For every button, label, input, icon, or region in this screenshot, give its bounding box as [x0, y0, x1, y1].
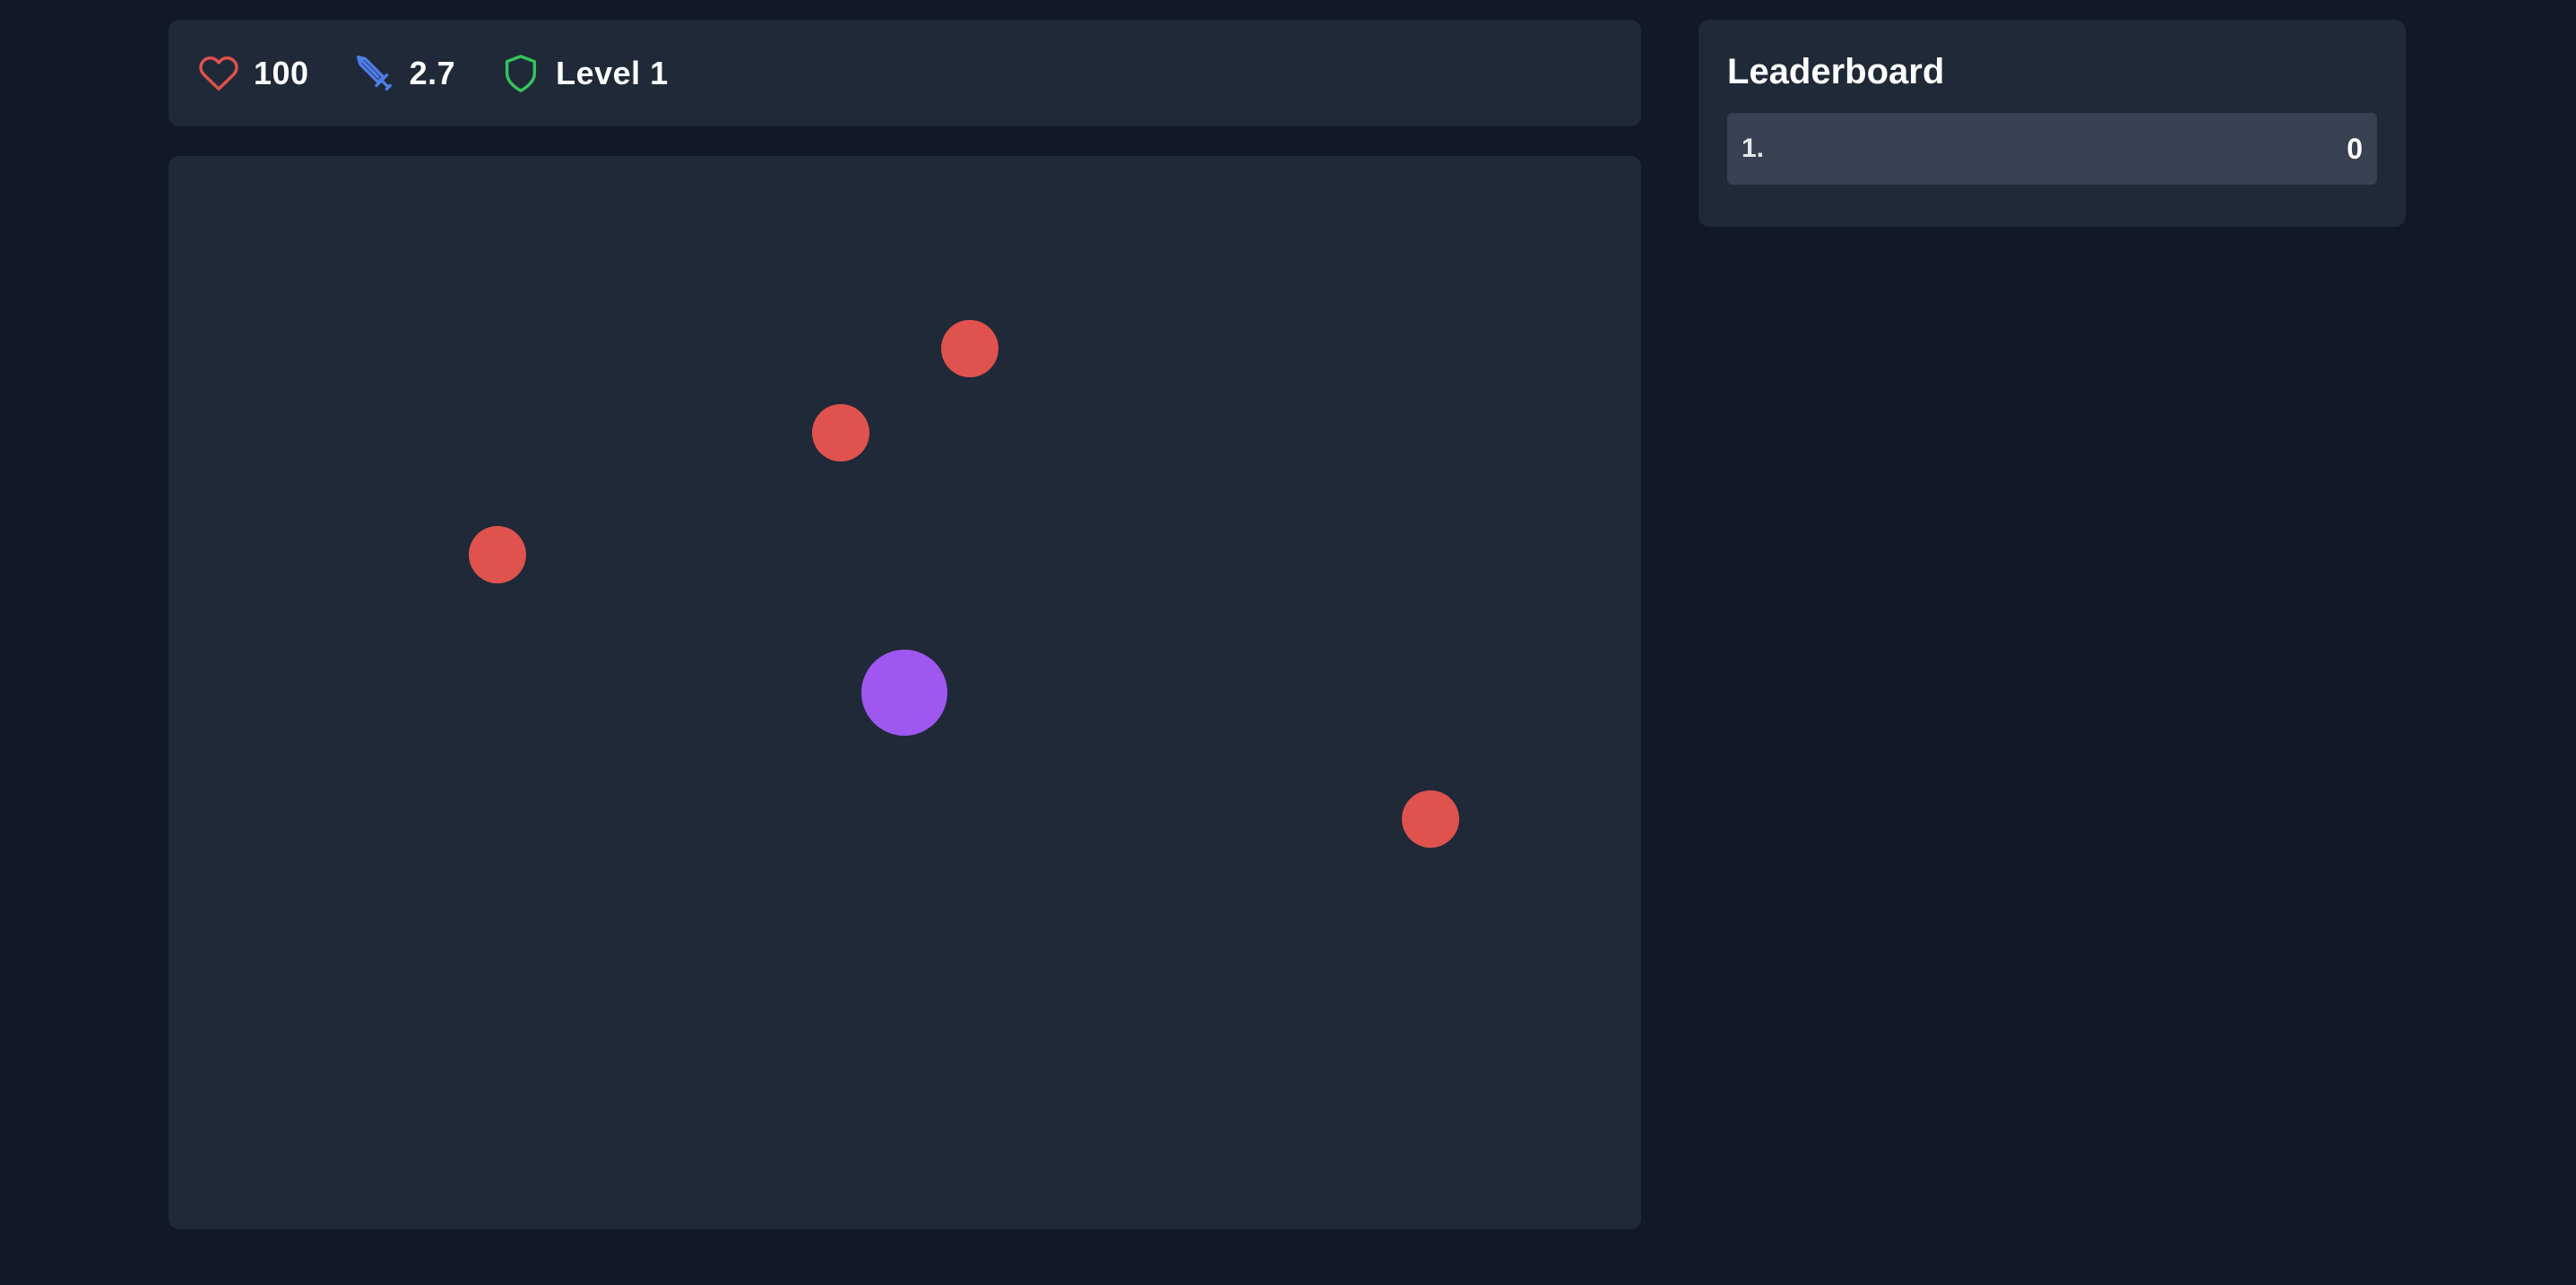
attack-stat: 2.7 [354, 53, 456, 94]
enemy [1402, 790, 1459, 848]
leaderboard-panel: Leaderboard 1. 0 [1699, 20, 2406, 227]
level-stat: Level 1 [500, 53, 669, 94]
attack-value: 2.7 [409, 54, 456, 91]
stats-bar: 100 2.7 Level 1 [169, 20, 1641, 126]
game-root: 100 2.7 Level 1 Leaderboard 1. 0 [0, 0, 2576, 1285]
level-value: Level 1 [556, 54, 669, 91]
game-canvas[interactable] [169, 156, 1641, 1229]
sword-icon [354, 53, 395, 94]
heart-icon [198, 53, 239, 94]
health-stat: 100 [198, 53, 309, 94]
health-value: 100 [254, 54, 309, 91]
shield-icon [500, 53, 541, 94]
leaderboard-title: Leaderboard [1727, 52, 1945, 91]
leaderboard-rank: 1. [1742, 134, 1765, 163]
enemy [941, 320, 998, 377]
leaderboard-row: 1. 0 [1727, 113, 2377, 185]
player [861, 650, 947, 736]
enemy [812, 404, 869, 461]
leaderboard-score: 0 [2347, 132, 2363, 165]
enemy [469, 526, 526, 583]
